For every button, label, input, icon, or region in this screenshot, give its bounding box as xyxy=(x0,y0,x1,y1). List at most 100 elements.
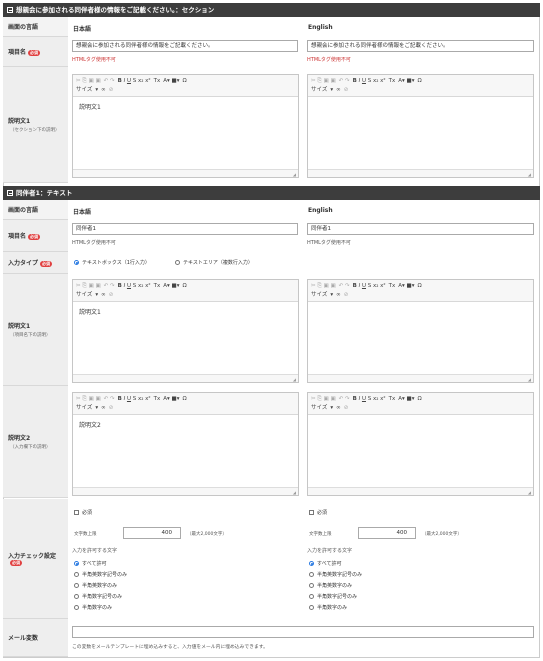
maxlen-input-en[interactable]: 400 xyxy=(358,527,416,539)
radio-label: テキストエリア（複数行入力） xyxy=(183,260,253,266)
radio-label: 半角数字のみ xyxy=(82,605,113,611)
required-checkbox-ja[interactable]: 必須 xyxy=(74,509,92,516)
radio-icon[interactable] xyxy=(309,561,314,566)
required-badge: 必須 xyxy=(28,233,41,240)
allow-opt-ja[interactable]: 半角数字のみ xyxy=(74,604,112,611)
section-title: 同伴者1：テキスト xyxy=(16,189,73,197)
radio-icon[interactable] xyxy=(74,572,79,577)
item-label-text: 項目名 xyxy=(8,233,27,240)
radio-icon[interactable] xyxy=(74,605,79,610)
editor-body-ja[interactable]: 説明文1 xyxy=(73,97,298,116)
allow-opt-ja[interactable]: 半角英数字のみ xyxy=(74,582,117,589)
editor-body-en[interactable] xyxy=(308,415,533,425)
desc-label-text: 説明文1 xyxy=(8,118,31,125)
html-note-ja: HTMLタグ使用不可 xyxy=(72,240,116,246)
desc2-label-text: 説明文2 xyxy=(8,435,31,442)
radio-label: テキストボックス（1行入力） xyxy=(82,260,150,266)
editor-toolbar[interactable]: ✂ ⎘ ▣ ▣ ↶ ↷ B I U S x₂ x² Tx A▾ ■▾ Ω サイズ ▾ ∞ ⊘ xyxy=(73,75,298,97)
radio-label: 半角英数字のみ xyxy=(317,583,353,589)
radio-icon[interactable] xyxy=(74,594,79,599)
col-en: English xyxy=(308,24,333,31)
mail-label-text: メール変数 xyxy=(8,635,39,642)
radio-label: 半角数字記号のみ xyxy=(82,594,123,600)
mail-note: この変数をメールテンプレートに埋め込みすると、入力値をメール内に埋め込みできます… xyxy=(72,645,268,650)
item-name-en-input[interactable]: 同伴者1 xyxy=(307,223,534,235)
maxlen-note: （最大2,000文字） xyxy=(422,532,462,537)
item-label: 項目名 必須 xyxy=(3,220,68,252)
check-label: 入力チェック設定 必須 xyxy=(3,499,68,619)
radio-textarea[interactable]: テキストエリア（複数行入力） xyxy=(175,259,253,266)
editor-body-ja[interactable]: 説明文2 xyxy=(73,415,298,434)
maxlen-input-ja[interactable]: 400 xyxy=(123,527,181,539)
col-label: 画面の言語 xyxy=(3,17,68,37)
editor-body-en[interactable] xyxy=(308,97,533,107)
editor-desc-en[interactable]: ✂ ⎘ ▣ ▣ ↶ ↷ B I U S x₂ x² Tx A▾ ■▾ Ω サイズ ▾ ∞ ⊘ xyxy=(307,74,534,178)
editor-desc1-en[interactable]: ✂ ⎘ ▣ ▣ ↶ ↷ B I U S x₂ x² Tx A▾ ■▾ Ω サイズ ▾ ∞ ⊘ xyxy=(307,279,534,383)
editor-body-en[interactable] xyxy=(308,302,533,312)
editor-toolbar[interactable]: ✂ ⎘ ▣ ▣ ↶ ↷ B I U S x₂ x² Tx A▾ ■▾ Ω サイズ ▾ ∞ ⊘ xyxy=(73,280,298,302)
size-select[interactable]: サイズ xyxy=(311,291,327,300)
editor-desc1-ja[interactable]: ✂ ⎘ ▣ ▣ ↶ ↷ B I U S x₂ x² Tx A▾ ■▾ Ω サイズ ▾ ∞ ⊘ 説明… xyxy=(72,279,299,383)
radio-icon[interactable] xyxy=(74,583,79,588)
html-note-ja: HTMLタグ使用不可 xyxy=(72,57,116,63)
editor-toolbar[interactable]: ✂ ⎘ ▣ ▣ ↶ ↷ B I U S x₂ x² Tx A▾ ■▾ Ω サイズ ▾ ∞ ⊘ xyxy=(73,393,298,415)
col-ja: 日本語 xyxy=(73,26,92,33)
editor-desc2-ja[interactable]: ✂ ⎘ ▣ ▣ ↶ ↷ B I U S x₂ x² Tx A▾ ■▾ Ω サイズ ▾ ∞ ⊘ 説明… xyxy=(72,392,299,496)
item-name-ja-input[interactable]: 想親会に参加される同伴者様の情報をご記載ください。 xyxy=(72,40,298,52)
radio-icon[interactable] xyxy=(309,594,314,599)
radio-icon[interactable] xyxy=(309,583,314,588)
section-title: 想親会に参加される同伴者様の情報をご記載ください。：セクション xyxy=(16,6,215,14)
radio-icon[interactable] xyxy=(74,260,79,265)
input-type-label: 入力タイプ 必須 xyxy=(3,252,68,274)
item-name-en-input[interactable]: 想親会に参加される同伴者様の情報をご記載ください。 xyxy=(307,40,534,52)
desc-sub: （セクション下の説明） xyxy=(10,128,60,133)
item-label-text: 項目名 xyxy=(8,49,27,56)
required-checkbox-en[interactable]: 必須 xyxy=(309,509,327,516)
editor-desc2-en[interactable]: ✂ ⎘ ▣ ▣ ↶ ↷ B I U S x₂ x² Tx A▾ ■▾ Ω サイズ ▾ ∞ ⊘ xyxy=(307,392,534,496)
radio-icon[interactable] xyxy=(175,260,180,265)
radio-textbox[interactable]: テキストボックス（1行入力） xyxy=(74,259,150,266)
collapse-icon[interactable] xyxy=(7,7,13,13)
allow-opt-en[interactable]: 半角数字記号のみ xyxy=(309,593,357,600)
editor-toolbar[interactable]: ✂ ⎘ ▣ ▣ ↶ ↷ B I U S x₂ x² Tx A▾ ■▾ Ω サイズ ▾ ∞ ⊘ xyxy=(308,393,533,415)
size-select[interactable]: サイズ xyxy=(76,291,92,300)
allow-opt-en[interactable]: 半角英数字記号のみ xyxy=(309,571,362,578)
size-select[interactable]: サイズ xyxy=(311,404,327,413)
allow-opt-ja[interactable]: 半角数字記号のみ xyxy=(74,593,122,600)
checkbox-icon[interactable] xyxy=(74,510,79,515)
radio-icon[interactable] xyxy=(74,561,79,566)
item-name-ja-input[interactable]: 同伴者1 xyxy=(72,223,298,235)
checkbox-label: 必須 xyxy=(82,510,93,516)
editor-toolbar[interactable]: ✂ ⎘ ▣ ▣ ↶ ↷ B I U S x₂ x² Tx A▾ ■▾ Ω サイズ ▾ ∞ ⊘ xyxy=(308,75,533,97)
size-select[interactable]: サイズ xyxy=(311,86,327,95)
allow-label: 入力を許可する文字 xyxy=(72,548,118,554)
section-header-2[interactable]: 同伴者1：テキスト xyxy=(3,186,540,200)
check-label-text: 入力チェック設定 xyxy=(8,552,57,560)
col-label-text: 画面の言語 xyxy=(8,207,39,214)
allow-opt-ja[interactable]: 半角英数字記号のみ xyxy=(74,571,127,578)
allow-opt-en[interactable]: 半角数字のみ xyxy=(309,604,347,611)
size-select[interactable]: サイズ xyxy=(76,86,92,95)
col-ja: 日本語 xyxy=(73,209,92,216)
size-select[interactable]: サイズ xyxy=(76,404,92,413)
desc1-label-text: 説明文1 xyxy=(8,323,31,330)
editor-toolbar[interactable]: ✂ ⎘ ▣ ▣ ↶ ↷ B I U S x₂ x² Tx A▾ ■▾ Ω サイズ ▾ ∞ ⊘ xyxy=(308,280,533,302)
input-type-text: 入力タイプ xyxy=(8,260,39,267)
desc2-label: 説明文2 （入力欄下の説明） xyxy=(3,386,68,498)
radio-label: すべて許可 xyxy=(317,561,342,567)
section-header-1[interactable]: 想親会に参加される同伴者様の情報をご記載ください。：セクション xyxy=(3,3,540,17)
radio-icon[interactable] xyxy=(309,572,314,577)
allow-opt-en[interactable]: 半角英数字のみ xyxy=(309,582,352,589)
allow-all-en[interactable]: すべて許可 xyxy=(309,560,341,567)
desc-label: 説明文1 （セクション下の説明） xyxy=(3,67,68,183)
mail-var-input[interactable] xyxy=(72,626,534,638)
desc2-sub: （入力欄下の説明） xyxy=(10,445,51,450)
editor-body-ja[interactable]: 説明文1 xyxy=(73,302,298,321)
collapse-icon[interactable] xyxy=(7,190,13,196)
checkbox-icon[interactable] xyxy=(309,510,314,515)
radio-icon[interactable] xyxy=(309,605,314,610)
desc1-sub: （項目名下の説明） xyxy=(10,333,51,338)
radio-label: すべて許可 xyxy=(82,561,107,567)
allow-all-ja[interactable]: すべて許可 xyxy=(74,560,106,567)
editor-desc-ja[interactable]: ✂ ⎘ ▣ ▣ ↶ ↷ B I U S x₂ x² Tx A▾ ■▾ Ω サイズ ▾ ∞ ⊘ 説明… xyxy=(72,74,299,178)
